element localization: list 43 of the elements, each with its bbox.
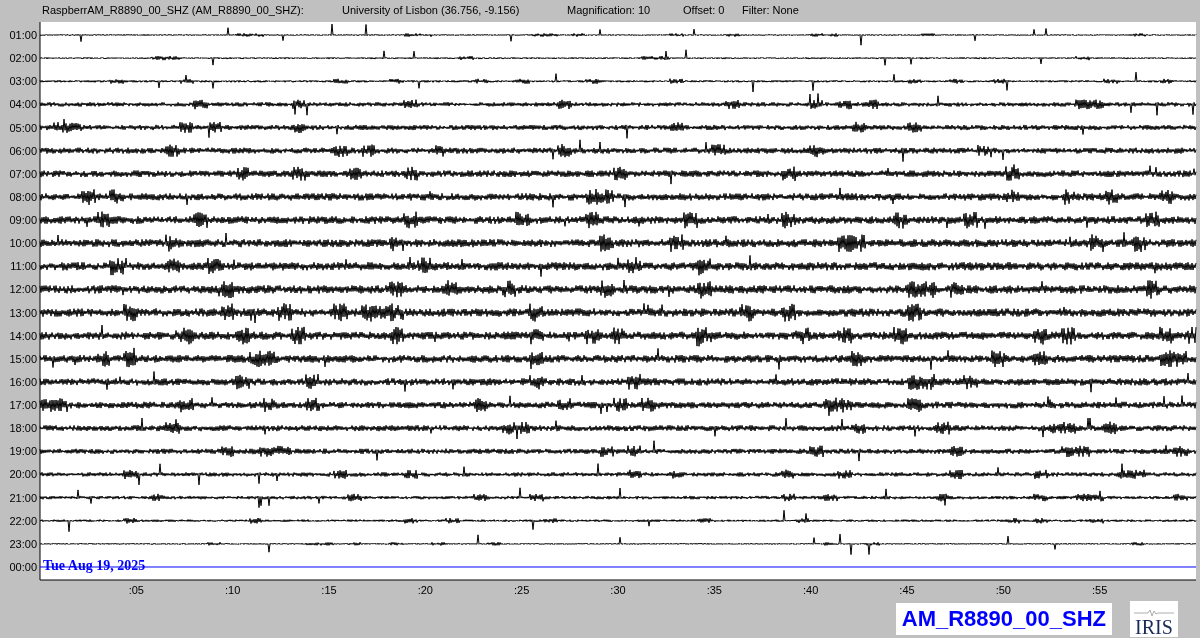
hour-label: 19:00 bbox=[9, 445, 37, 458]
hour-label: 13:00 bbox=[9, 306, 37, 319]
minute-tick-label: :40 bbox=[803, 584, 819, 596]
hour-label: 04:00 bbox=[9, 98, 37, 111]
minute-tick-label: :55 bbox=[1092, 584, 1108, 596]
hour-label: 21:00 bbox=[9, 491, 37, 504]
hour-label: 07:00 bbox=[9, 167, 37, 180]
hour-label: 22:00 bbox=[9, 514, 37, 527]
minute-tick-label: :35 bbox=[706, 584, 722, 596]
minute-tick-label: :50 bbox=[995, 584, 1011, 596]
station-code-label: AM_R8890_00_SHZ bbox=[895, 603, 1112, 635]
hour-label: 16:00 bbox=[9, 375, 37, 388]
hour-label: 20:00 bbox=[9, 468, 37, 481]
minute-tick-label: :45 bbox=[899, 584, 915, 596]
hour-label: 10:00 bbox=[9, 237, 37, 250]
offset-label: Offset: 0 bbox=[683, 4, 725, 16]
hour-label: 09:00 bbox=[9, 214, 37, 227]
hour-label: 00:00 bbox=[9, 561, 37, 573]
station-title: RaspberrAM_R8890_00_SHZ (AM_R8890_00_SHZ): bbox=[42, 4, 304, 16]
minute-tick-label: :25 bbox=[514, 584, 530, 596]
minute-tick-label: :15 bbox=[321, 584, 337, 596]
hour-label: 18:00 bbox=[9, 422, 37, 435]
minute-tick-label: :05 bbox=[128, 584, 144, 596]
hour-label: 06:00 bbox=[9, 144, 37, 157]
hour-label: 02:00 bbox=[9, 52, 37, 65]
hour-label: 17:00 bbox=[9, 399, 37, 412]
hour-label: 05:00 bbox=[9, 121, 37, 134]
minute-tick-label: :30 bbox=[610, 584, 626, 596]
hour-label: 08:00 bbox=[9, 190, 37, 203]
hour-label: 03:00 bbox=[9, 75, 37, 88]
hour-label: 01:00 bbox=[9, 29, 37, 41]
hour-label: 23:00 bbox=[9, 537, 37, 550]
date-label: Tue Aug 19, 2025 bbox=[43, 558, 146, 573]
hour-label: 12:00 bbox=[9, 283, 37, 296]
minute-tick-label: :20 bbox=[417, 584, 433, 596]
logo: IRIS bbox=[1130, 601, 1178, 637]
filter-label: Filter: None bbox=[742, 4, 799, 16]
minute-tick-label: :10 bbox=[225, 584, 241, 596]
hour-label: 14:00 bbox=[9, 329, 37, 342]
hour-label: 11:00 bbox=[10, 260, 37, 273]
magnification-label: Magnification: 10 bbox=[567, 4, 651, 16]
location-label: University of Lisbon (36.756, -9.156) bbox=[342, 4, 520, 16]
hour-label: 15:00 bbox=[9, 352, 37, 365]
